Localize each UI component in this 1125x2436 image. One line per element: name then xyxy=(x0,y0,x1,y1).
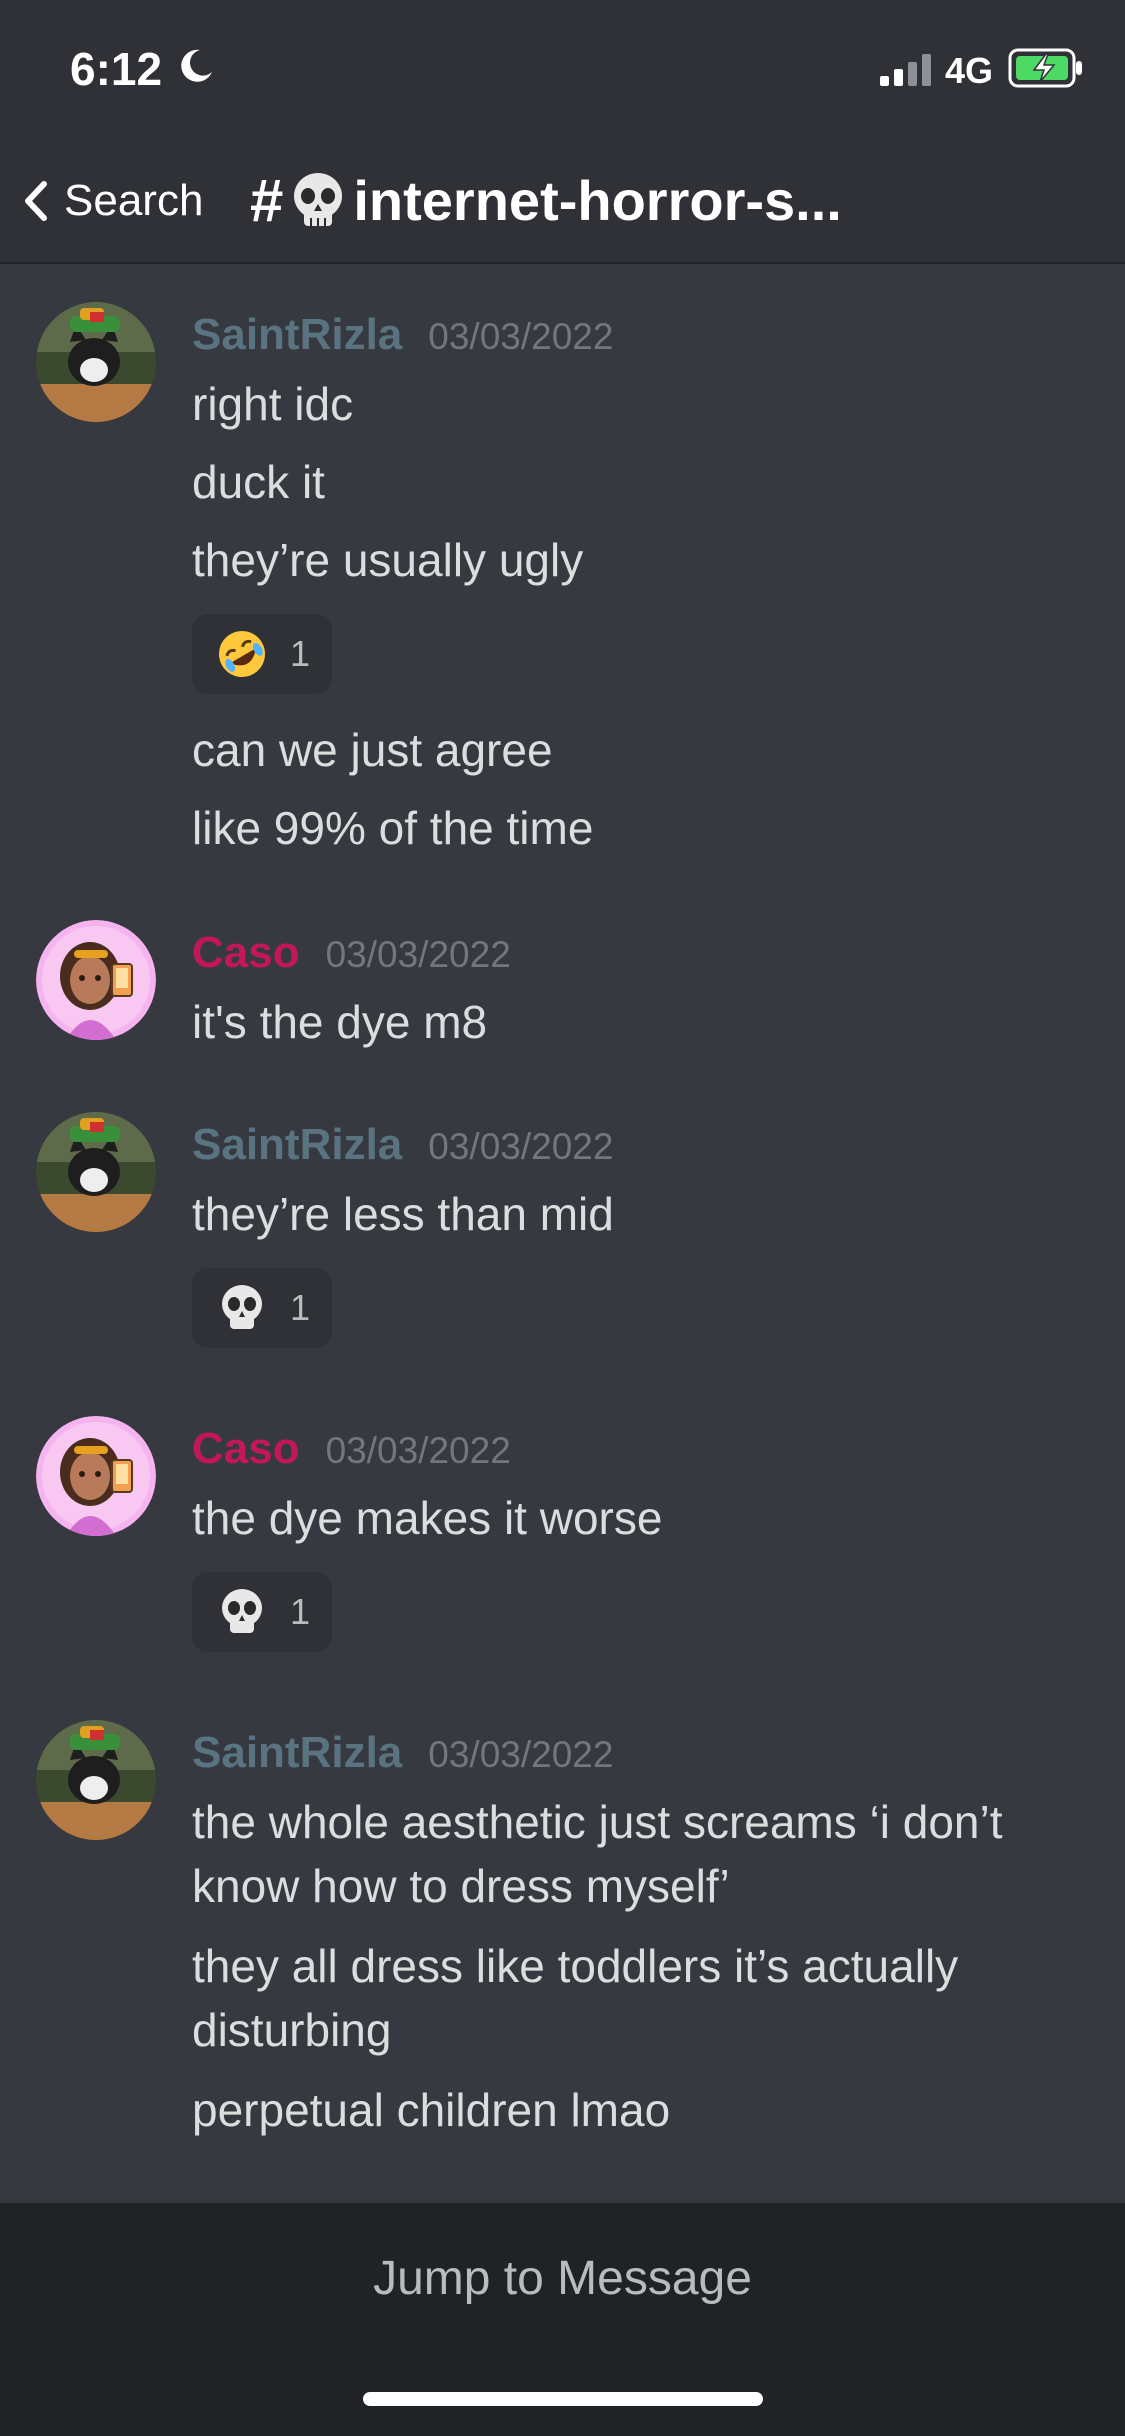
home-indicator[interactable] xyxy=(363,2392,763,2406)
username[interactable]: SaintRizla xyxy=(192,1728,402,1778)
message-text: it's the dye m8 xyxy=(192,996,488,1048)
status-bar: 6:12 4G xyxy=(0,0,1125,140)
message-list: SaintRizla 03/03/2022 right idc duck it … xyxy=(0,266,1125,2201)
reaction-chip[interactable]: 1 xyxy=(192,1572,332,1652)
rolling-on-floor-laughing-icon xyxy=(219,631,265,677)
message-text: like 99% of the time xyxy=(192,802,594,854)
jump-label: Jump to Message xyxy=(373,2251,752,2305)
message-text: they’re less than mid xyxy=(192,1188,614,1240)
message-text: the dye makes it worse xyxy=(192,1492,663,1544)
skull-icon xyxy=(222,1589,262,1633)
signal-icon xyxy=(880,54,931,86)
avatar[interactable] xyxy=(36,1720,156,1840)
username[interactable]: Caso xyxy=(192,1424,300,1474)
message-header: Caso 03/03/2022 xyxy=(192,1424,511,1474)
channel-title[interactable]: # internet-horror-s... xyxy=(250,166,842,235)
chevron-left-icon xyxy=(25,181,47,221)
avatar[interactable] xyxy=(36,1416,156,1536)
anime-girl-avatar-icon xyxy=(36,1416,156,1536)
network-type: 4G xyxy=(945,50,994,91)
message-text: perpetual children lmao xyxy=(192,2084,671,2136)
message-text: they’re usually ugly xyxy=(192,534,584,586)
back-label: Search xyxy=(64,176,204,225)
message-text: duck it xyxy=(192,456,325,508)
channel-header: Search # internet-horror-s... xyxy=(0,140,1125,264)
battery-charging-icon xyxy=(1008,48,1082,88)
moon-icon xyxy=(181,49,212,82)
message-text: the whole aesthetic just screams ‘i don’… xyxy=(192,1796,1003,1912)
avatar[interactable] xyxy=(36,920,156,1040)
reaction-chip[interactable]: 1 xyxy=(192,1268,332,1348)
dog-avatar-icon xyxy=(36,1720,156,1840)
username[interactable]: Caso xyxy=(192,928,300,978)
username[interactable]: SaintRizla xyxy=(192,1120,402,1170)
timestamp: 03/03/2022 xyxy=(325,934,511,975)
avatar[interactable] xyxy=(36,302,156,422)
timestamp: 03/03/2022 xyxy=(428,1126,614,1167)
skull-icon xyxy=(294,172,343,226)
hash-symbol: # xyxy=(250,167,284,234)
reaction-count: 1 xyxy=(290,1287,311,1328)
timestamp: 03/03/2022 xyxy=(428,1734,614,1775)
message-header: SaintRizla 03/03/2022 xyxy=(192,1728,613,1778)
status-time: 6:12 xyxy=(70,43,163,95)
skull-icon xyxy=(222,1285,262,1329)
message-text: can we just agree xyxy=(192,724,553,776)
back-button[interactable]: Search xyxy=(18,176,203,226)
timestamp: 03/03/2022 xyxy=(428,316,614,357)
message-header: Caso 03/03/2022 xyxy=(192,928,511,978)
anime-girl-avatar-icon xyxy=(36,920,156,1040)
username[interactable]: SaintRizla xyxy=(192,310,402,360)
message-text: they all dress like toddlers it’s actual… xyxy=(192,1940,959,2056)
reaction-chip[interactable]: 1 xyxy=(192,614,332,694)
message-text: right idc xyxy=(192,378,354,430)
dog-avatar-icon xyxy=(36,1112,156,1232)
avatar[interactable] xyxy=(36,1112,156,1232)
timestamp: 03/03/2022 xyxy=(325,1430,511,1471)
reaction-count: 1 xyxy=(290,1591,311,1632)
message-header: SaintRizla 03/03/2022 xyxy=(192,1120,613,1170)
message-header: SaintRizla 03/03/2022 xyxy=(192,310,613,360)
dog-avatar-icon xyxy=(36,302,156,422)
channel-name: internet-horror-s... xyxy=(353,169,842,232)
jump-to-message-button[interactable]: Jump to Message xyxy=(0,2203,1125,2353)
reaction-count: 1 xyxy=(290,633,311,674)
